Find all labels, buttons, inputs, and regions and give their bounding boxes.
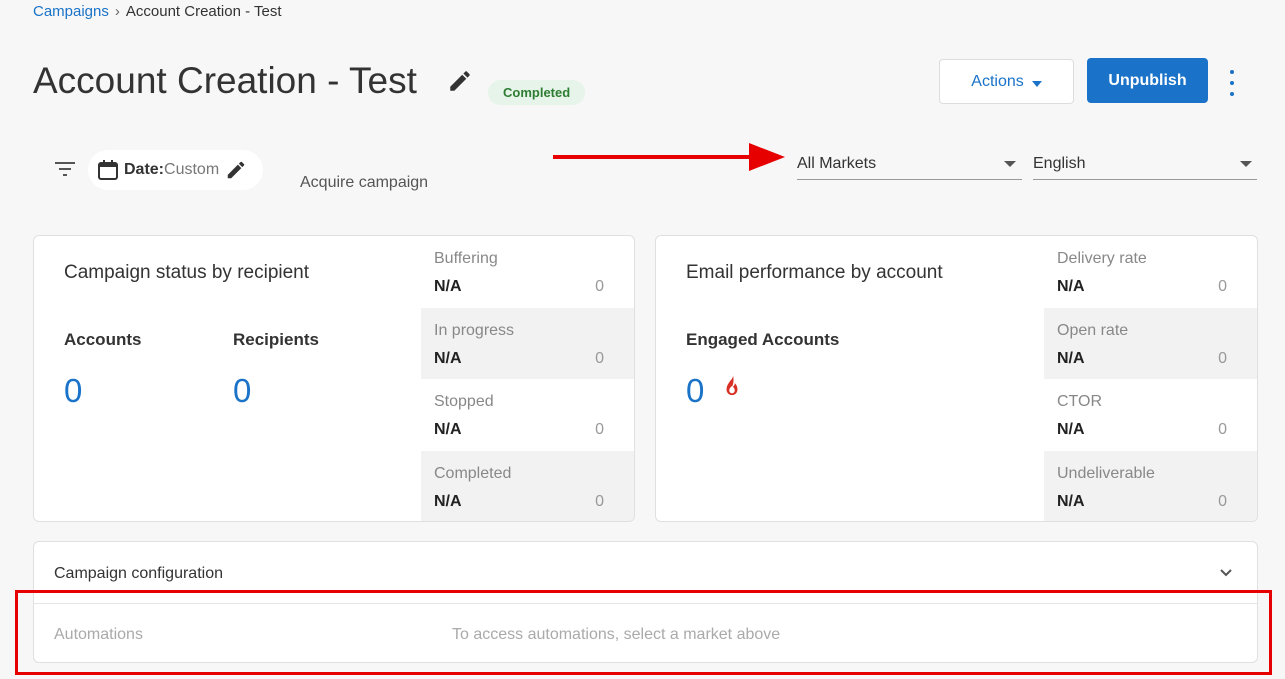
calendar-icon [98,160,118,180]
status-breakdown: Buffering N/A 0 In progress N/A 0 Stopped N/A… [421,236,634,521]
actions-button-label: Actions [971,72,1024,90]
row-label: Undeliverable [1057,464,1155,482]
status-badge: Completed [488,80,586,105]
row-value: N/A [434,492,462,510]
row-value: N/A [1057,349,1085,367]
language-select-value: English [1033,154,1086,172]
email-performance-card: Email performance by account Engaged Acc… [655,235,1258,522]
annotation-highlight-box [15,590,1272,675]
status-row-in-progress: In progress N/A 0 [421,307,634,379]
page-title: Account Creation - Test [33,60,417,101]
row-label: Buffering [434,250,498,267]
row-value: N/A [434,278,462,295]
language-select[interactable]: English [1033,148,1257,180]
row-value: N/A [434,349,462,367]
recipients-label: Recipients [233,330,319,349]
accounts-label: Accounts [64,330,142,349]
chevron-down-icon [1031,80,1042,87]
row-label: CTOR [1057,393,1103,410]
breadcrumb: Campaigns › Account Creation - Test [33,3,282,20]
row-count: 0 [595,349,604,367]
metric-row-open-rate: Open rate N/A 0 [1044,307,1257,379]
caret-down-icon [1240,160,1252,167]
row-value: N/A [1057,278,1085,295]
row-label: Stopped [434,393,494,410]
accounts-value: 0 [64,372,83,409]
breadcrumb-current: Account Creation - Test [125,3,282,20]
fire-icon [726,374,738,396]
market-select-value: All Markets [797,154,877,172]
edit-title-icon[interactable] [447,68,473,94]
status-row-buffering: Buffering N/A 0 [421,236,634,308]
row-count: 0 [595,278,604,295]
row-count: 0 [1218,349,1227,367]
row-label: Open rate [1057,321,1129,339]
row-label: Delivery rate [1057,250,1147,267]
campaign-type-label: Acquire campaign [300,174,429,191]
breadcrumb-campaigns-link[interactable]: Campaigns [33,3,109,20]
more-options-icon[interactable] [1225,70,1239,96]
engaged-accounts-value: 0 [686,372,705,409]
row-count: 0 [1218,492,1227,510]
row-value: N/A [1057,492,1085,510]
metric-row-delivery-rate: Delivery rate N/A 0 [1044,236,1257,308]
row-value: N/A [434,421,462,438]
status-row-completed: Completed N/A 0 [421,450,634,521]
row-count: 0 [595,421,604,438]
metric-row-ctor: CTOR N/A 0 [1044,379,1257,451]
config-title: Campaign configuration [54,565,223,582]
row-value: N/A [1057,421,1085,438]
row-label: Completed [434,464,512,482]
date-filter-chip[interactable]: Date: Custom [88,150,263,190]
campaign-status-card: Campaign status by recipient Accounts 0 … [33,235,635,522]
annotation-arrow [553,143,785,171]
row-count: 0 [1218,421,1227,438]
filter-icon[interactable] [55,161,75,177]
date-filter-label: Date: [124,161,165,178]
row-count: 0 [595,492,604,510]
caret-down-icon [1004,160,1016,167]
edit-date-icon[interactable] [225,159,247,181]
breadcrumb-separator: › [114,3,120,20]
card-title: Campaign status by recipient [64,262,310,283]
date-filter-value: Custom [164,161,220,178]
recipients-value: 0 [233,372,252,409]
row-label: In progress [434,321,515,339]
card-title: Email performance by account [686,262,943,283]
chevron-down-icon[interactable] [1219,566,1233,580]
metric-row-undeliverable: Undeliverable N/A 0 [1044,450,1257,521]
row-count: 0 [1218,278,1227,295]
market-select[interactable]: All Markets [797,148,1022,180]
actions-button[interactable]: Actions [939,59,1074,104]
email-metrics: Delivery rate N/A 0 Open rate N/A 0 CTOR N/A 0… [1044,236,1257,521]
engaged-accounts-label: Engaged Accounts [686,330,840,349]
unpublish-button[interactable]: Unpublish [1087,58,1208,103]
status-row-stopped: Stopped N/A 0 [421,379,634,451]
